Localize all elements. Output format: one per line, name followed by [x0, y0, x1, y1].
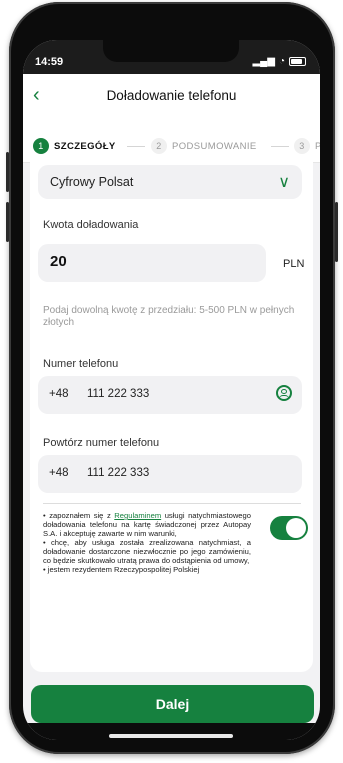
operator-value: Cyfrowy Polsat	[50, 175, 134, 189]
step-label: P	[315, 140, 320, 152]
amount-label: Kwota doładowania	[43, 219, 139, 231]
step-number: 3	[294, 138, 310, 154]
phone-repeat-label: Powtórz numer telefonu	[43, 437, 160, 449]
power-button	[335, 202, 338, 262]
terms-text: • zapoznałem się z Regulaminem usługi na…	[43, 511, 251, 574]
amount-hint: Podaj dowolną kwotę z przedziału: 5-500 …	[43, 305, 295, 328]
signal-icon: ▂▄▆	[252, 56, 275, 67]
step-summary: 2 PODSUMOWANIE	[151, 138, 257, 154]
status-time: 14:59	[35, 56, 64, 68]
step-number: 1	[33, 138, 49, 154]
terms-line-1: • zapoznałem się z Regulaminem usługi na…	[43, 511, 251, 538]
consent-toggle[interactable]	[270, 516, 308, 540]
amount-value: 20	[50, 253, 67, 270]
phone-value: 111 222 333	[87, 388, 150, 400]
progress-stepper: 1 SZCZEGÓŁY 2 PODSUMOWANIE 3 P	[23, 132, 320, 163]
terms-pre: • zapoznałem się z	[43, 511, 115, 520]
country-prefix: +48	[49, 388, 69, 400]
terms-link[interactable]: Regulaminem	[114, 511, 161, 520]
terms-line-3: • jestem rezydentem Rzeczypospolitej Pol…	[43, 565, 200, 574]
chevron-down-icon: ∨	[278, 174, 290, 191]
step-connector	[127, 146, 145, 147]
home-indicator	[109, 734, 233, 738]
operator-select[interactable]: Cyfrowy Polsat ∨	[38, 165, 302, 199]
currency-label: PLN	[283, 258, 305, 270]
step-connector	[271, 146, 289, 147]
contact-book-icon[interactable]	[276, 385, 292, 401]
battery-icon	[289, 57, 306, 66]
country-prefix: +48	[49, 467, 69, 479]
step-label: SZCZEGÓŁY	[54, 140, 116, 152]
form-card: Cyfrowy Polsat ∨ Kwota doładowania 20 PL…	[30, 162, 313, 672]
toggle-knob	[286, 518, 306, 538]
status-bar: 14:59 ▂▄▆ ◔	[23, 40, 320, 74]
amount-input[interactable]: 20	[38, 244, 266, 282]
volume-button	[6, 152, 9, 192]
step-details: 1 SZCZEGÓŁY	[33, 138, 116, 154]
app-header: ‹ Doładowanie telefonu	[23, 74, 320, 132]
page-title: Doładowanie telefonu	[106, 88, 237, 103]
notch	[103, 40, 239, 62]
app-screen: 14:59 ▂▄▆ ◔ ‹ Doładowanie telefonu 1 SZC…	[23, 40, 320, 740]
status-icons: ▂▄▆ ◔	[252, 56, 306, 67]
phone-repeat-value: 111 222 333	[87, 467, 150, 479]
wifi-icon: ◔	[278, 56, 285, 67]
phone-input[interactable]: +48 111 222 333	[38, 376, 302, 414]
next-button[interactable]: Dalej	[31, 685, 314, 723]
step-label: PODSUMOWANIE	[172, 140, 257, 152]
phone-label: Numer telefonu	[43, 358, 119, 370]
divider	[43, 503, 301, 504]
phone-repeat-input[interactable]: +48 111 222 333	[38, 455, 302, 493]
volume-button	[6, 202, 9, 242]
step-number: 2	[151, 138, 167, 154]
terms-line-2: • chcę, aby usługa została zrealizowana …	[43, 538, 251, 565]
step-three: 3 P	[294, 138, 320, 154]
